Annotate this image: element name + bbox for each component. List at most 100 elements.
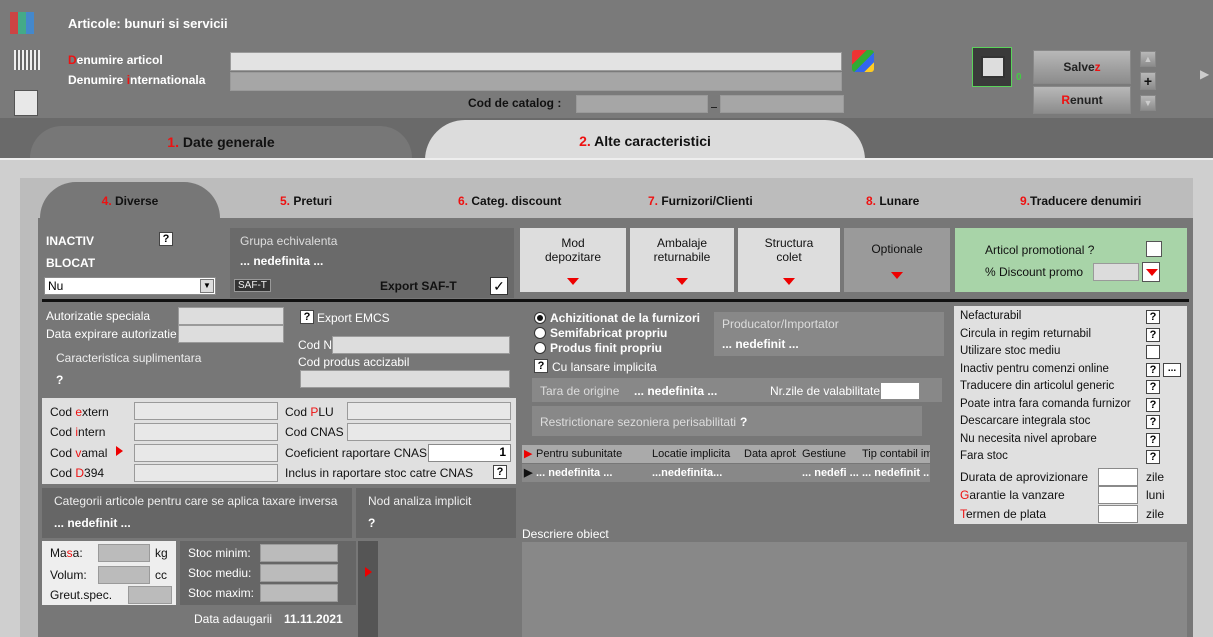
internat-input[interactable]	[230, 72, 842, 91]
tara-value[interactable]: ... nedefinita ...	[634, 384, 717, 398]
greut-input[interactable]	[128, 586, 172, 604]
stoc-min-input[interactable]	[260, 544, 338, 562]
folder-icon[interactable]	[972, 47, 1012, 87]
discount-promo-input[interactable]	[1093, 263, 1139, 281]
lansare-help-button[interactable]: ?	[534, 359, 548, 373]
stoc-med-input[interactable]	[260, 564, 338, 582]
radio-achizitionat[interactable]	[534, 312, 546, 324]
grid-col-data-aprob[interactable]: Data aprob	[744, 445, 796, 463]
nod-value[interactable]: ?	[368, 516, 375, 530]
dropdown-arrow-icon	[783, 278, 795, 285]
flag-help-button[interactable]: ?	[1146, 450, 1160, 464]
blocat-select[interactable]: Nu ▼	[44, 277, 216, 295]
masa-unit: kg	[155, 546, 168, 560]
stoc-max-input[interactable]	[260, 584, 338, 602]
add-button[interactable]: +	[1140, 72, 1156, 90]
scroll-down-button[interactable]: ▼	[1140, 95, 1156, 111]
grid-header: ▶ Pentru subunitate Locatie implicita Da…	[522, 445, 930, 463]
caracteristica-value[interactable]: ?	[56, 373, 63, 387]
cod-vamal-arrow-icon[interactable]	[116, 446, 123, 456]
grid-row[interactable]: ▶ ... nedefinita ... ...nedefinita... ..…	[522, 464, 930, 482]
cod-produs-input[interactable]	[300, 370, 510, 388]
cod-catalog-input[interactable]	[576, 95, 708, 113]
termen-input[interactable]	[1098, 505, 1138, 523]
flag-help-button[interactable]: ?	[1146, 397, 1160, 412]
flag-help-button[interactable]: ?	[1146, 327, 1160, 342]
flag-help-button[interactable]	[1146, 345, 1160, 359]
structura-label-1: Structura	[764, 236, 814, 250]
producator-value[interactable]: ... nedefinit ...	[722, 337, 799, 351]
flag-label: Fara stoc	[960, 450, 1008, 462]
grid-col-gestiune[interactable]: Gestiune	[802, 445, 854, 463]
grupa-value[interactable]: ... nedefinita ...	[240, 254, 323, 268]
subtab-categ-discount[interactable]: 6. Categ. discount	[458, 194, 561, 208]
cod-extern-input[interactable]	[134, 402, 278, 420]
taxare-value[interactable]: ... nedefinit ...	[54, 516, 131, 530]
cancel-button[interactable]: Renunt	[1033, 86, 1131, 114]
autorizatie-input[interactable]	[178, 307, 284, 325]
flag-help-button[interactable]: ?	[1146, 415, 1160, 429]
expand-right-icon[interactable]: ▶	[1200, 67, 1209, 81]
volum-label: Volum:	[50, 568, 87, 582]
radio-achizitionat-label: Achizitionat de la furnizori	[550, 311, 701, 325]
tab-date-generale[interactable]: 1. Date generale	[30, 126, 412, 158]
cod-catalog-input-2[interactable]	[720, 95, 844, 113]
grid-col-tip-contabil[interactable]: Tip contabil implic	[862, 445, 930, 463]
inactiv-label: INACTIV	[46, 234, 94, 248]
masa-input[interactable]	[98, 544, 150, 562]
chevron-down-icon[interactable]: ▼	[200, 279, 214, 293]
subtab-preturi[interactable]: 5. Preturi	[280, 194, 332, 208]
edit-image-icon[interactable]	[14, 90, 38, 116]
flag-help-button[interactable]: ?	[1146, 310, 1160, 324]
subtab-lunare[interactable]: 8. Lunare	[866, 194, 919, 208]
tab-alte-caracteristici[interactable]: 2. Alte caracteristici	[425, 120, 865, 160]
cod-plu-input[interactable]	[347, 402, 511, 420]
promo-checkbox[interactable]	[1146, 241, 1162, 257]
grid-col-subunitate[interactable]: Pentru subunitate	[536, 445, 640, 463]
cod-cnas-input[interactable]	[347, 423, 511, 441]
flag-help-button[interactable]: ?	[1146, 362, 1160, 377]
descriere-textarea[interactable]	[522, 542, 1187, 637]
coef-cnas-input[interactable]: 1	[428, 444, 511, 462]
radio-semifabricat-label: Semifabricat propriu	[550, 326, 668, 340]
ambalaje-button[interactable]: Ambalaje returnabile	[630, 228, 734, 292]
cod-intern-input[interactable]	[134, 423, 278, 441]
subtab-traducere[interactable]: 9.Traducere denumiri	[1020, 194, 1141, 208]
export-saft-checkbox[interactable]: ✓	[490, 277, 508, 295]
mod-depozitare-button[interactable]: Mod depozitare	[520, 228, 626, 292]
optionale-button[interactable]: Optionale	[844, 228, 950, 292]
garantie-input[interactable]	[1098, 486, 1138, 504]
cod-vamal-input[interactable]	[134, 444, 278, 462]
volum-input[interactable]	[98, 566, 150, 584]
stoc-expand-arrow-icon[interactable]	[365, 567, 372, 577]
barcode-icon[interactable]	[14, 50, 40, 70]
discount-dropdown-button[interactable]	[1142, 262, 1160, 282]
durata-input[interactable]	[1098, 468, 1138, 486]
coef-cnas-label: Coeficient raportare CNAS	[285, 446, 428, 460]
more-options-button[interactable]: ...	[1163, 362, 1181, 377]
grid-cell-gestiune: ... nedefi ...	[802, 467, 859, 479]
zile-input[interactable]	[880, 382, 920, 400]
grid-col-locatie[interactable]: Locatie implicita	[652, 445, 742, 463]
restr-value[interactable]: ?	[740, 415, 747, 429]
flag-help-button[interactable]: ?	[1146, 380, 1160, 394]
cod-nc-input[interactable]	[332, 336, 510, 354]
mod-label-2: depozitare	[544, 250, 602, 264]
subtab-diverse[interactable]: 4. Diverse	[40, 182, 220, 218]
radio-produs-finit[interactable]	[534, 342, 546, 354]
scroll-up-button[interactable]: ▲	[1140, 51, 1156, 67]
save-button[interactable]: Salvez	[1033, 50, 1131, 84]
flag-label: Nu necesita nivel aprobare	[960, 432, 1097, 445]
export-emcs-help-button[interactable]: ?	[300, 310, 314, 324]
inactiv-help-button[interactable]: ?	[159, 232, 173, 246]
denumire-input[interactable]	[230, 52, 842, 71]
color-palette-icon[interactable]	[852, 50, 874, 72]
subtab-furnizori[interactable]: 7. Furnizori/Clienti	[648, 194, 753, 208]
radio-semifabricat[interactable]	[534, 327, 546, 339]
structura-colet-button[interactable]: Structura colet	[738, 228, 840, 292]
expirare-input[interactable]	[178, 325, 284, 343]
inclus-cnas-label: Inclus in raportare stoc catre CNAS	[285, 466, 474, 480]
cod-d394-input[interactable]	[134, 464, 278, 482]
inclus-cnas-help-button[interactable]: ?	[493, 465, 507, 479]
flag-help-button[interactable]: ?	[1146, 432, 1160, 447]
